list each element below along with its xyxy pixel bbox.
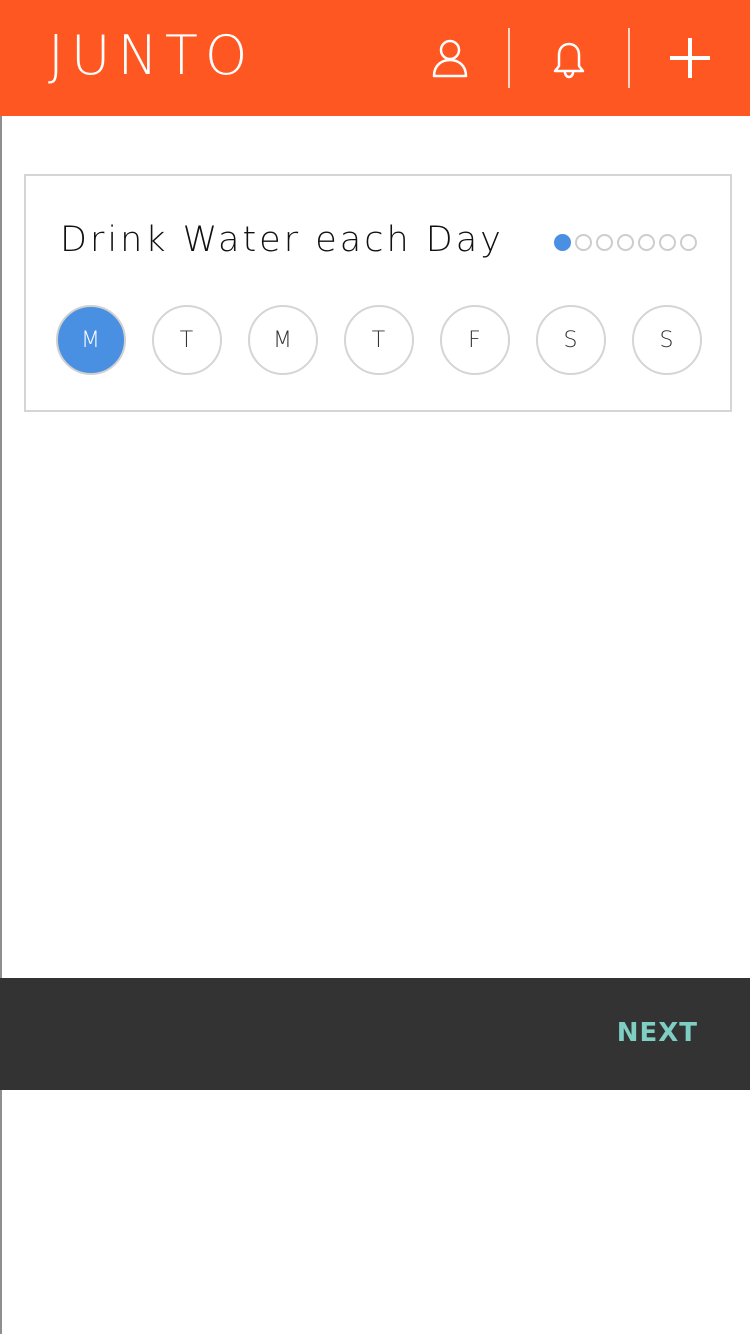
progress-dot: [554, 234, 571, 251]
bottom-action-bar: NEXT: [0, 978, 750, 1090]
day-button-monday[interactable]: M: [56, 305, 126, 375]
header-divider: [508, 28, 510, 88]
day-button-thursday[interactable]: T: [344, 305, 414, 375]
day-button-sunday[interactable]: S: [632, 305, 702, 375]
day-button-friday[interactable]: F: [440, 305, 510, 375]
progress-dot: [680, 234, 697, 251]
habit-card: Drink Water each Day M T M T F S S: [24, 174, 732, 412]
add-button[interactable]: [660, 28, 720, 88]
header-divider: [628, 28, 630, 88]
day-button-wednesday[interactable]: M: [248, 305, 318, 375]
profile-button[interactable]: [420, 28, 480, 88]
day-button-tuesday[interactable]: T: [152, 305, 222, 375]
progress-dot: [617, 234, 634, 251]
app-brand-title: JUNTO: [48, 24, 255, 87]
notifications-button[interactable]: [539, 28, 599, 88]
habit-progress-indicator: [554, 232, 700, 254]
top-app-bar: JUNTO: [0, 0, 750, 116]
progress-dot: [596, 234, 613, 251]
day-button-saturday[interactable]: S: [536, 305, 606, 375]
plus-icon: [670, 38, 710, 78]
progress-dot: [638, 234, 655, 251]
progress-dot: [575, 234, 592, 251]
bell-icon: [553, 42, 585, 79]
user-icon: [432, 39, 468, 78]
progress-dot: [659, 234, 676, 251]
left-edge-line: [0, 116, 2, 1334]
habit-title: Drink Water each Day: [60, 220, 504, 260]
next-button[interactable]: NEXT: [617, 1016, 698, 1050]
